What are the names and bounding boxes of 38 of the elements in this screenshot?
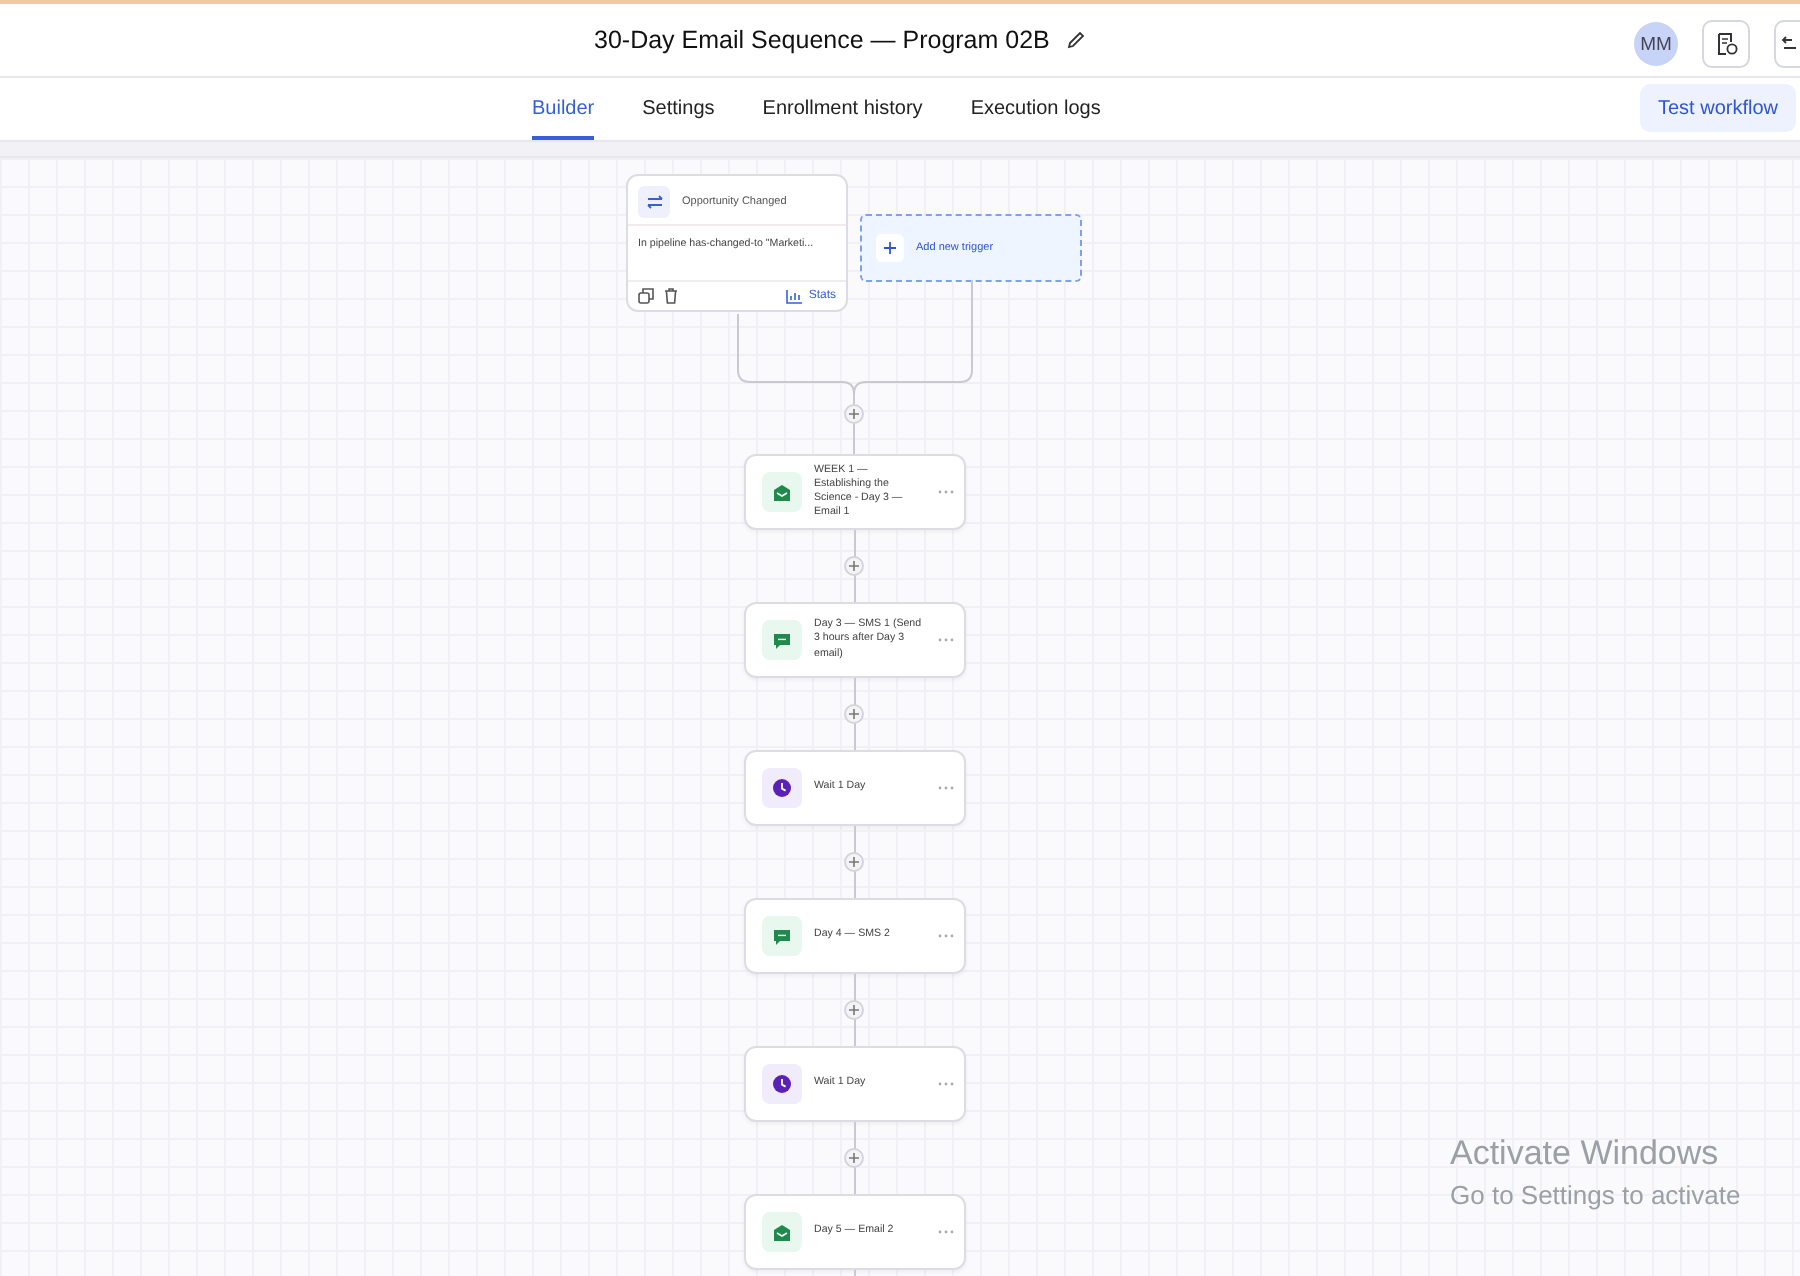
back-button[interactable] xyxy=(1774,20,1800,68)
connector-line xyxy=(737,313,855,454)
clock-icon xyxy=(772,778,792,798)
plus-icon xyxy=(848,408,860,420)
bar-chart-icon xyxy=(786,289,803,303)
plus-icon xyxy=(848,708,860,720)
plus-icon xyxy=(884,242,896,254)
copy-icon[interactable] xyxy=(638,288,654,304)
plus-icon xyxy=(848,1004,860,1016)
chat-bubble-icon xyxy=(772,927,792,945)
tab[interactable]: Enrollment history xyxy=(762,78,923,140)
connector-line xyxy=(853,280,973,395)
clock-icon xyxy=(772,1074,792,1094)
activation-title: Activate Windows xyxy=(1450,1134,1721,1174)
add-step-button[interactable] xyxy=(844,556,864,576)
activation-hint: Go to Settings to activate xyxy=(1450,1180,1741,1210)
plus-icon xyxy=(848,856,860,868)
pencil-icon[interactable] xyxy=(1065,30,1086,50)
tab[interactable]: Execution logs xyxy=(970,78,1101,140)
document-icon xyxy=(1715,32,1737,56)
add-step-button[interactable] xyxy=(844,1148,864,1168)
trash-icon[interactable] xyxy=(664,288,678,304)
user-avatar[interactable]: MM xyxy=(1634,22,1678,66)
chat-bubble-icon xyxy=(772,631,792,649)
tab[interactable]: Settings xyxy=(642,78,715,140)
arrow-icon xyxy=(1780,36,1796,52)
plus-icon xyxy=(848,560,860,572)
document-button[interactable] xyxy=(1702,20,1750,68)
add-step-button[interactable] xyxy=(844,1000,864,1020)
add-step-button[interactable] xyxy=(844,704,864,724)
plus-icon xyxy=(848,1152,860,1164)
add-step-button[interactable] xyxy=(844,852,864,872)
envelope-icon xyxy=(772,1223,792,1241)
add-step-button[interactable] xyxy=(844,404,864,424)
envelope-icon xyxy=(772,483,792,501)
swap-arrows-icon xyxy=(645,194,663,210)
workflow-title: 30-Day Email Sequence — Program 02B xyxy=(594,26,1050,54)
test-workflow-button[interactable]: Test workflow xyxy=(1639,84,1796,132)
